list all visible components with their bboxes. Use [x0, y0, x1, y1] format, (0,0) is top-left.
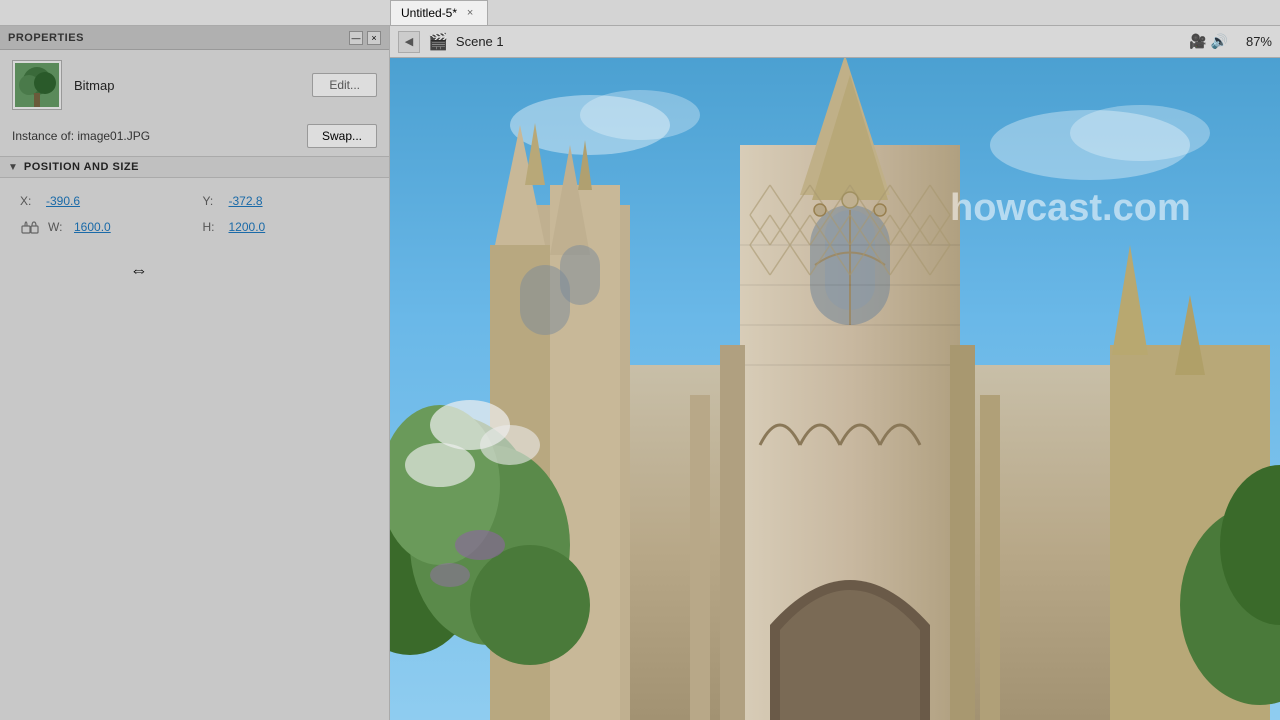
- h-label: H:: [203, 220, 223, 234]
- y-label: Y:: [203, 194, 223, 208]
- scene-icon: 🎬: [428, 32, 448, 52]
- w-field-row: W: 1600.0: [12, 214, 195, 240]
- bitmap-section: Bitmap Edit...: [0, 50, 389, 120]
- bitmap-thumbnail: [12, 60, 62, 110]
- x-field-row: X: -390.6: [12, 188, 195, 214]
- main-layout: PROPERTIES — × Bitmap E: [0, 26, 1280, 720]
- canvas-area: ◀ 🎬 Scene 1 🎥 🔊 87%: [390, 26, 1280, 720]
- panel-title-bar: PROPERTIES — ×: [0, 26, 389, 50]
- edit-button[interactable]: Edit...: [312, 73, 377, 97]
- y-field-row: Y: -372.8: [195, 188, 378, 214]
- position-size-section-header[interactable]: ▼ POSITION AND SIZE: [0, 156, 389, 178]
- properties-panel: PROPERTIES — × Bitmap E: [0, 26, 390, 720]
- instance-line: Instance of: image01.JPG Swap...: [0, 120, 389, 156]
- x-value[interactable]: -390.6: [46, 194, 80, 208]
- panel-title: PROPERTIES: [8, 32, 84, 44]
- zoom-controls: 🎥 🔊 87%: [1189, 33, 1272, 50]
- sound-icon: 🔊: [1211, 33, 1228, 50]
- watermark-text: howcast.com: [950, 187, 1191, 229]
- tab-bar: Untitled-5* ×: [0, 0, 1280, 26]
- w-label: W:: [48, 220, 68, 234]
- lock-icon[interactable]: [20, 220, 40, 234]
- panel-spacer: [0, 250, 389, 720]
- zoom-level[interactable]: 87%: [1232, 34, 1272, 49]
- h-value[interactable]: 1200.0: [229, 220, 266, 234]
- panel-minimize-button[interactable]: —: [349, 31, 363, 45]
- scene-toolbar: ◀ 🎬 Scene 1 🎥 🔊 87%: [390, 26, 1280, 58]
- lock-svg: [21, 220, 39, 234]
- position-size-grid: X: -390.6 Y: -372.8 W: [0, 178, 389, 250]
- section-title: POSITION AND SIZE: [24, 161, 139, 173]
- w-value[interactable]: 1600.0: [74, 220, 111, 234]
- stage-viewport[interactable]: howcast.com: [390, 58, 1280, 720]
- scene-label: Scene 1: [456, 34, 504, 49]
- bitmap-label: Bitmap: [74, 78, 114, 93]
- panel-close-button[interactable]: ×: [367, 31, 381, 45]
- cathedral-scene-svg: howcast.com: [390, 58, 1280, 720]
- movie-clip-icon: 🎥: [1189, 33, 1206, 50]
- x-label: X:: [20, 194, 40, 208]
- y-value[interactable]: -372.8: [229, 194, 263, 208]
- instance-label: Instance of: image01.JPG: [12, 129, 150, 143]
- h-field-row: H: 1200.0: [195, 214, 378, 240]
- active-tab[interactable]: Untitled-5* ×: [390, 0, 488, 25]
- swap-button[interactable]: Swap...: [307, 124, 377, 148]
- back-button[interactable]: ◀: [398, 31, 420, 53]
- thumbnail-svg: [15, 63, 59, 107]
- tab-label: Untitled-5*: [401, 6, 457, 20]
- panel-controls: — ×: [349, 31, 381, 45]
- section-collapse-arrow: ▼: [8, 162, 18, 173]
- tab-close-button[interactable]: ×: [463, 6, 477, 20]
- bitmap-preview: [15, 63, 59, 107]
